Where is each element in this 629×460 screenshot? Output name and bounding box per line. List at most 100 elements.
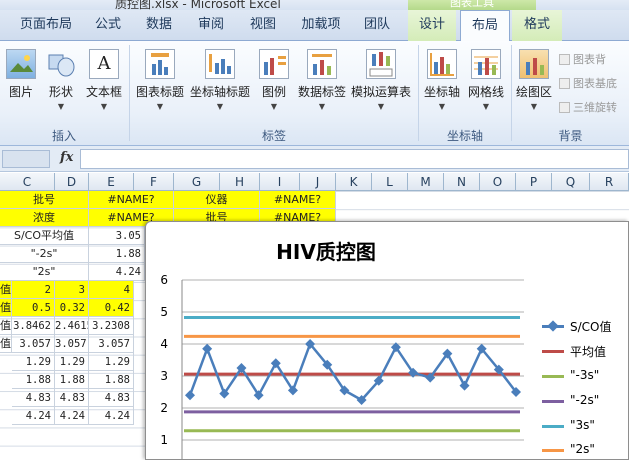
cell[interactable]: 3.057 <box>89 335 134 353</box>
cell[interactable]: 1.29 <box>55 353 89 371</box>
column-header-c[interactable]: C <box>0 173 55 191</box>
cell[interactable]: 值 <box>0 281 12 299</box>
ribbon-panel: 图片 形状 ▼ A 文本框 ▼ 插入 图表标题 ▼ 坐标轴标题 ▼ 图例 ▼ 数… <box>0 41 629 146</box>
cell[interactable]: 4.83 <box>89 389 134 407</box>
title-bar: 质控图.xlsx - Microsoft Excel 图表工具 <box>0 0 629 10</box>
cell[interactable]: 4.83 <box>55 389 89 407</box>
textbox-button[interactable]: A 文本框 ▼ <box>84 49 124 111</box>
column-header-l[interactable]: L <box>372 173 408 191</box>
cell[interactable]: 3.8462 <box>12 317 55 335</box>
column-header-g[interactable]: G <box>174 173 220 191</box>
column-header-j[interactable]: J <box>300 173 336 191</box>
cell[interactable]: 浓度 <box>0 209 89 227</box>
insert-function-button[interactable]: fx <box>60 150 73 165</box>
cell[interactable]: 1.88 <box>89 371 134 389</box>
column-header-n[interactable]: N <box>444 173 480 191</box>
cell[interactable]: 1.88 <box>55 371 89 389</box>
cell[interactable]: 0.5 <box>12 299 55 317</box>
column-header-m[interactable]: M <box>408 173 444 191</box>
chart-wall-button[interactable]: 图表背 <box>559 51 606 67</box>
tab-formulas[interactable]: 公式 <box>86 10 130 41</box>
cell[interactable]: 3.2308 <box>89 317 134 335</box>
name-box[interactable] <box>2 150 50 168</box>
cell[interactable]: 4.24 <box>55 407 89 425</box>
chart-floor-button[interactable]: 图表基底 <box>559 75 617 91</box>
data-table-button[interactable]: 模拟运算表 ▼ <box>350 49 412 111</box>
shapes-icon <box>46 49 76 79</box>
column-header-e[interactable]: E <box>89 173 134 191</box>
tab-addins[interactable]: 加载项 <box>292 10 350 41</box>
y-tick-label: 1 <box>160 433 168 447</box>
column-header-h[interactable]: H <box>220 173 260 191</box>
cell[interactable]: 4.24 <box>89 263 145 281</box>
column-header-p[interactable]: P <box>516 173 552 191</box>
tab-layout[interactable]: 布局 <box>460 10 510 42</box>
cell[interactable]: 0.32 <box>55 299 89 317</box>
plot-area-button[interactable]: 绘图区 ▼ <box>514 49 554 111</box>
axes-button[interactable]: 坐标轴 ▼ <box>422 49 462 111</box>
plot-area-icon <box>519 49 549 79</box>
cell[interactable]: 4.24 <box>12 407 55 425</box>
cell[interactable]: "2s" <box>0 263 89 281</box>
legend-button[interactable]: 图例 ▼ <box>256 49 292 111</box>
tab-design[interactable]: 设计 <box>408 10 456 41</box>
cell[interactable]: 3.05 <box>89 227 145 245</box>
tab-review[interactable]: 审阅 <box>188 10 234 41</box>
3d-rotation-button[interactable]: 三维旋转 <box>559 99 617 115</box>
group-label-axes: 坐标轴 <box>446 129 483 143</box>
axis-titles-button[interactable]: 坐标轴标题 ▼ <box>190 49 250 111</box>
cell[interactable]: 2.4615 <box>55 317 89 335</box>
cell[interactable]: 值 <box>0 317 12 335</box>
picture-button[interactable]: 图片 <box>4 49 38 100</box>
cell[interactable]: 4.24 <box>89 407 134 425</box>
cell[interactable]: #NAME? <box>260 191 336 209</box>
column-header-i[interactable]: I <box>260 173 300 191</box>
cell[interactable]: 3.057 <box>55 335 89 353</box>
column-header-q[interactable]: Q <box>552 173 590 191</box>
shapes-button[interactable]: 形状 ▼ <box>44 49 78 111</box>
tab-format[interactable]: 格式 <box>512 10 562 41</box>
chart-tools-context-label: 图表工具 <box>408 0 536 10</box>
cell[interactable]: 仪器 <box>174 191 260 209</box>
column-headers: C D E F G H I J K L M N O P Q R <box>0 173 629 191</box>
cell[interactable]: 3.057 <box>12 335 55 353</box>
column-header-d[interactable]: D <box>55 173 89 191</box>
cell[interactable]: S/CO平均值 <box>0 227 89 245</box>
chart-object[interactable]: HIV质控图 123456 S/CO值 平均值 "-3s" "-2s" "3s" "2s" <box>145 221 629 460</box>
dropdown-arrow-icon: ▼ <box>377 102 385 111</box>
cell[interactable]: 值 <box>0 299 12 317</box>
cell[interactable]: "-2s" <box>0 245 89 263</box>
cell[interactable]: 3 <box>55 281 89 299</box>
cell[interactable]: 0.42 <box>89 299 134 317</box>
cell[interactable]: 1.29 <box>89 353 134 371</box>
column-header-o[interactable]: O <box>480 173 516 191</box>
cell[interactable]: 1.88 <box>12 371 55 389</box>
y-tick-label: 3 <box>160 369 168 383</box>
tab-view[interactable]: 视图 <box>240 10 286 41</box>
cell[interactable]: 值 <box>0 335 12 353</box>
cell[interactable]: 1.29 <box>12 353 55 371</box>
gridlines-button[interactable]: 网格线 ▼ <box>466 49 506 111</box>
chart-title-button[interactable]: 图表标题 ▼ <box>134 49 186 111</box>
column-header-f[interactable]: F <box>134 173 174 191</box>
ribbon-tab-bar: 页面布局 公式 数据 审阅 视图 加载项 团队 设计 布局 格式 <box>0 10 629 42</box>
chart-floor-icon <box>559 78 570 89</box>
column-header-k[interactable]: K <box>336 173 372 191</box>
data-labels-button[interactable]: 数据标签 ▼ <box>296 49 348 111</box>
data-point <box>459 380 470 391</box>
cell[interactable]: 2 <box>12 281 55 299</box>
cell[interactable]: 4 <box>89 281 134 299</box>
legend-label: "-3s" <box>570 368 600 382</box>
cell[interactable]: 1.88 <box>89 245 145 263</box>
cell[interactable]: 批号 <box>0 191 89 209</box>
gridlines-icon <box>471 49 501 79</box>
y-tick-label: 5 <box>160 305 168 319</box>
formula-input[interactable] <box>80 149 629 169</box>
tab-page-layout[interactable]: 页面布局 <box>10 10 82 41</box>
tab-team[interactable]: 团队 <box>354 10 400 41</box>
group-label-labels: 标签 <box>261 129 286 143</box>
cell[interactable]: #NAME? <box>89 191 174 209</box>
cell[interactable]: 4.83 <box>12 389 55 407</box>
tab-data[interactable]: 数据 <box>136 10 182 41</box>
column-header-r[interactable]: R <box>590 173 629 191</box>
